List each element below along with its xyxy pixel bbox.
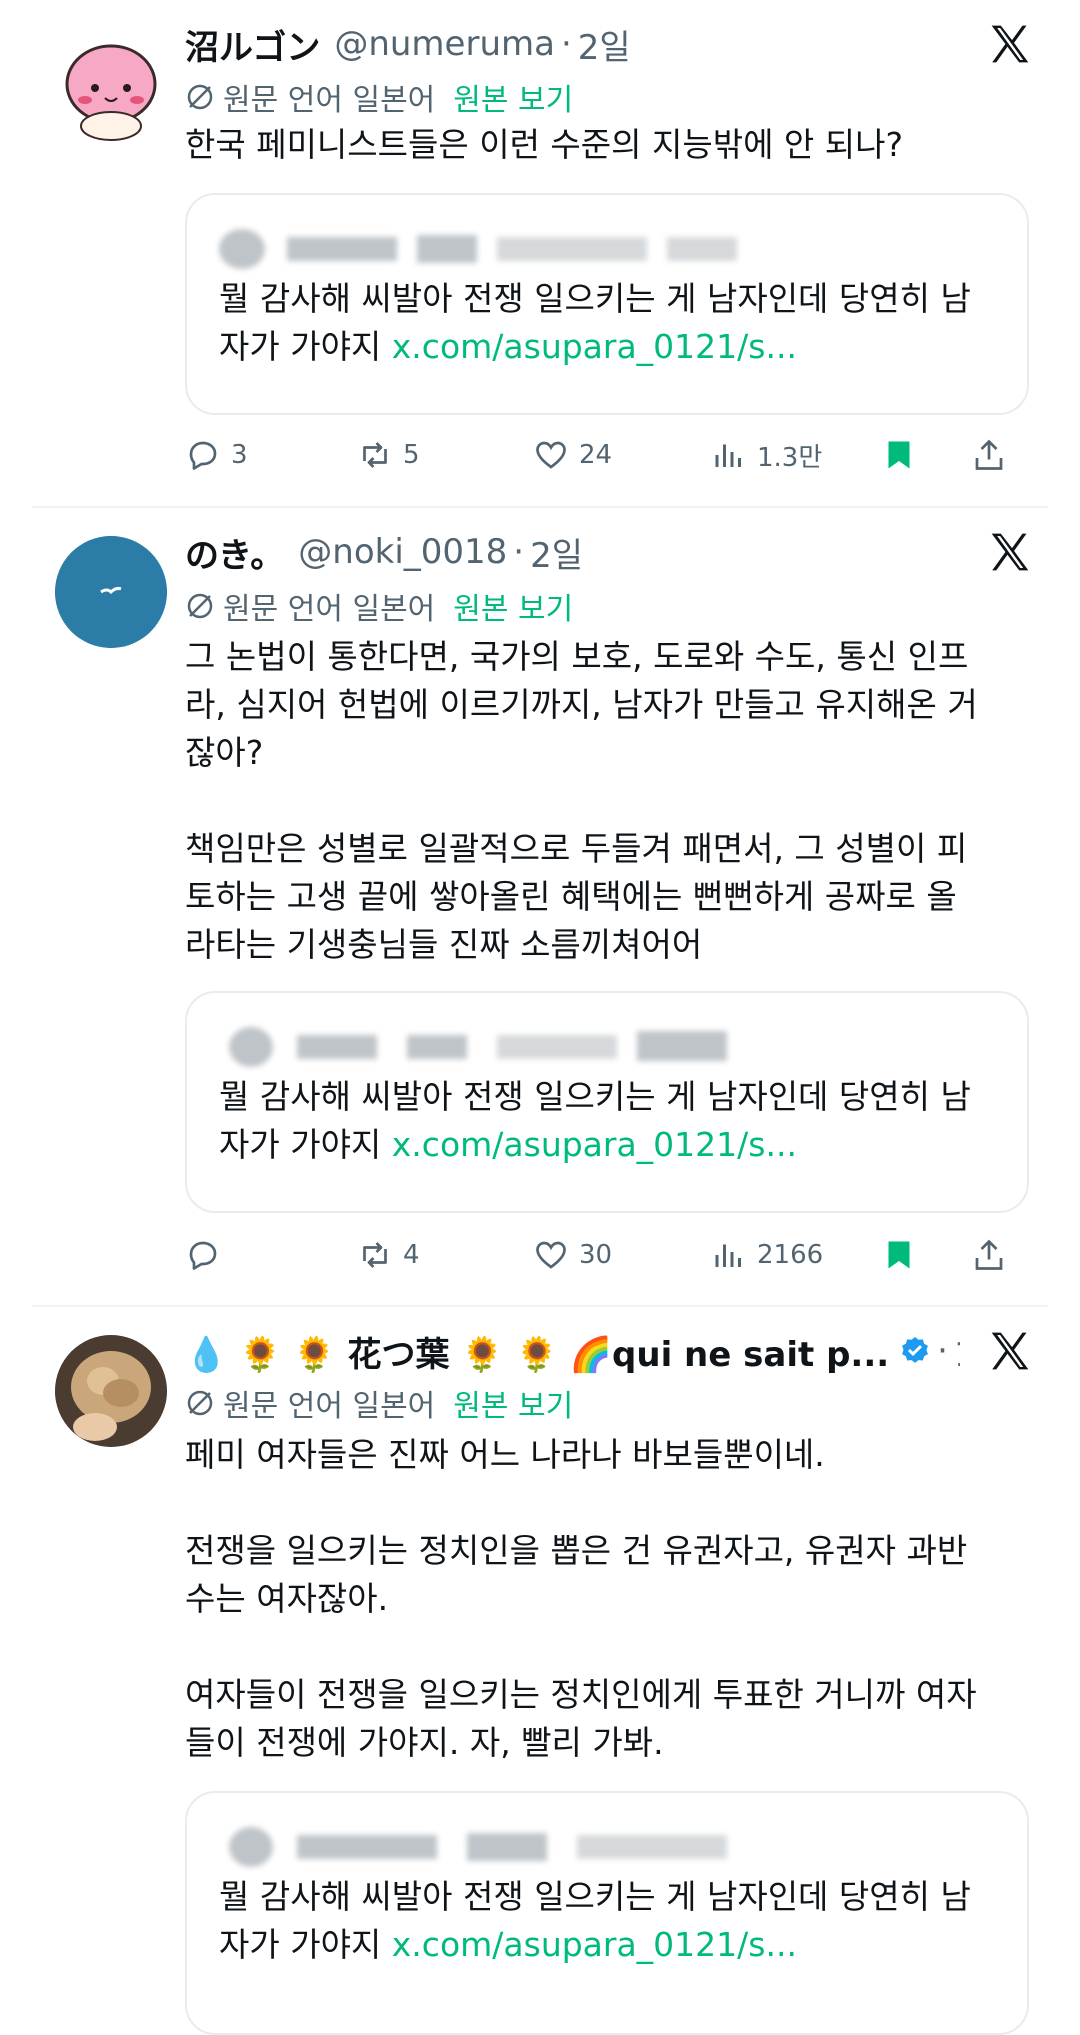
hair-bun-avatar-icon [55, 1335, 167, 1447]
avatar[interactable] [55, 30, 167, 142]
tweet-header: のき。 @noki_0018 · 2일 [185, 524, 960, 580]
bookmark-filled-icon [888, 1241, 910, 1269]
separator-dot: · [560, 24, 572, 64]
x-logo-icon [991, 533, 1029, 571]
translation-info: 원문 언어 일본어 원본 보기 [185, 1381, 573, 1425]
translate-icon [187, 593, 213, 619]
blurred-quote-author [207, 1021, 767, 1067]
reply-icon [189, 1241, 217, 1270]
avatar[interactable] [55, 536, 167, 648]
tweet-2[interactable]: のき。 @noki_0018 · 2일 원문 언어 일본어 원본 보기 그 논법… [0, 508, 1080, 1305]
tweet-header: 沼ルゴン @numeruma · 2일 [185, 16, 960, 72]
tweet-3[interactable]: 💧 🌻 🌻 花つ葉 🌻 🌻 🌈qui ne sait p... · 1일 원문 … [0, 1307, 1080, 2035]
quoted-tweet[interactable]: 뭘 감사해 씨발아 전쟁 일으키는 게 남자인데 당연히 남자가 가야지 x.c… [185, 193, 1029, 415]
reply-button[interactable] [185, 1230, 231, 1280]
like-button[interactable]: 30 [533, 1230, 612, 1280]
translation-label: 원문 언어 일본어 [223, 592, 436, 627]
translate-icon [187, 1390, 213, 1416]
share-button[interactable] [971, 430, 1017, 480]
pink-mascot-avatar-icon [55, 30, 167, 142]
like-button[interactable]: 24 [533, 430, 612, 480]
translation-label: 원문 언어 일본어 [223, 83, 436, 118]
quoted-tweet[interactable]: 뭘 감사해 씨발아 전쟁 일으키는 게 남자인데 당연히 남자가 가야지 x.c… [185, 991, 1029, 1213]
sky-bird-avatar-icon [55, 536, 167, 648]
quoted-link[interactable]: x.com/asupara_0121/s... [392, 327, 797, 366]
timestamp[interactable]: 2일 [578, 20, 631, 69]
x-logo-icon [991, 25, 1029, 63]
quoted-tweet[interactable]: 뭘 감사해 씨발아 전쟁 일으키는 게 남자인데 당연히 남자가 가야지 x.c… [185, 1791, 1029, 2035]
share-button[interactable] [971, 1230, 1017, 1280]
timestamp[interactable]: 2일 [530, 528, 583, 577]
like-count: 30 [579, 1240, 613, 1270]
translation-label: 원문 언어 일본어 [223, 1389, 436, 1424]
timestamp[interactable]: 1일 [954, 1327, 960, 1376]
translation-info: 원문 언어 일본어 원본 보기 [185, 75, 573, 119]
reply-count: 3 [231, 440, 248, 470]
retweet-icon [363, 1242, 387, 1268]
share-icon [975, 1239, 1003, 1270]
tweet-header: 💧 🌻 🌻 花つ葉 🌻 🌻 🌈qui ne sait p... · 1일 [185, 1323, 960, 1379]
tweet-text: 그 논법이 통한다면, 국가의 보호, 도로와 수도, 통신 인프 라, 심지어… [185, 637, 978, 964]
quoted-tweet-text: 뭘 감사해 씨발아 전쟁 일으키는 게 남자인데 당연히 남자가 가야지 x.c… [219, 1077, 971, 1164]
view-count: 2166 [757, 1240, 824, 1270]
separator-dot: · [513, 532, 525, 572]
heart-icon [536, 441, 566, 469]
share-icon [975, 439, 1003, 470]
heart-icon [536, 1241, 566, 1269]
reply-button[interactable]: 3 [185, 430, 248, 480]
retweet-count: 4 [403, 1240, 420, 1270]
views-icon [715, 1244, 741, 1267]
blurred-quote-author [207, 1821, 767, 1867]
tweet-text: 한국 페미니스트들은 이런 수준의 지능밖에 안 되나? [185, 125, 904, 164]
user-handle[interactable]: @noki_0018 [298, 532, 507, 572]
like-count: 24 [579, 440, 613, 470]
views-button[interactable]: 2166 [711, 1230, 823, 1280]
tweet-actions: 4 30 2166 [185, 1230, 1025, 1280]
verified-badge-icon [902, 1337, 929, 1363]
retweet-button[interactable]: 5 [357, 430, 420, 480]
quoted-tweet-text: 뭘 감사해 씨발아 전쟁 일으키는 게 남자인데 당연히 남자가 가야지 x.c… [219, 279, 971, 366]
avatar[interactable] [55, 1335, 167, 1447]
translation-info: 원문 언어 일본어 원본 보기 [185, 584, 573, 628]
x-logo-icon [991, 1332, 1029, 1370]
quoted-tweet-text: 뭘 감사해 씨발아 전쟁 일으키는 게 남자인데 당연히 남자가 가야지 x.c… [219, 1877, 971, 1964]
retweet-button[interactable]: 4 [357, 1230, 420, 1280]
tweet-actions: 3 5 24 1.3만 [185, 430, 1025, 480]
show-original-link[interactable]: 원본 보기 [453, 1381, 573, 1425]
tweet-1[interactable]: 沼ルゴン @numeruma · 2일 원문 언어 일본어 원본 보기 한국 페… [0, 0, 1080, 505]
views-icon [715, 444, 741, 467]
bookmark-filled-icon [888, 441, 910, 469]
reply-icon [189, 441, 217, 470]
show-original-link[interactable]: 원본 보기 [453, 75, 573, 119]
translate-icon [187, 84, 213, 110]
display-name[interactable]: 💧 🌻 🌻 花つ葉 🌻 🌻 🌈qui ne sait p... [185, 1327, 889, 1376]
separator-dot: · [937, 1331, 948, 1371]
display-name[interactable]: のき。 [185, 528, 284, 577]
display-name[interactable]: 沼ルゴン [185, 20, 320, 69]
retweet-icon [363, 442, 387, 468]
show-original-link[interactable]: 원본 보기 [453, 584, 573, 628]
views-button[interactable]: 1.3만 [711, 430, 822, 480]
quoted-link[interactable]: x.com/asupara_0121/s... [392, 1125, 797, 1164]
tweet-text: 페미 여자들은 진짜 어느 나라나 바보들뿐이네. 전쟁을 일으키는 정치인을 … [185, 1435, 977, 1762]
view-count: 1.3만 [757, 442, 823, 473]
quoted-link[interactable]: x.com/asupara_0121/s... [392, 1925, 797, 1964]
retweet-count: 5 [403, 440, 420, 470]
bookmark-button[interactable] [881, 430, 927, 480]
user-handle[interactable]: @numeruma [334, 24, 555, 64]
blurred-quote-author [207, 223, 767, 269]
bookmark-button[interactable] [881, 1230, 927, 1280]
